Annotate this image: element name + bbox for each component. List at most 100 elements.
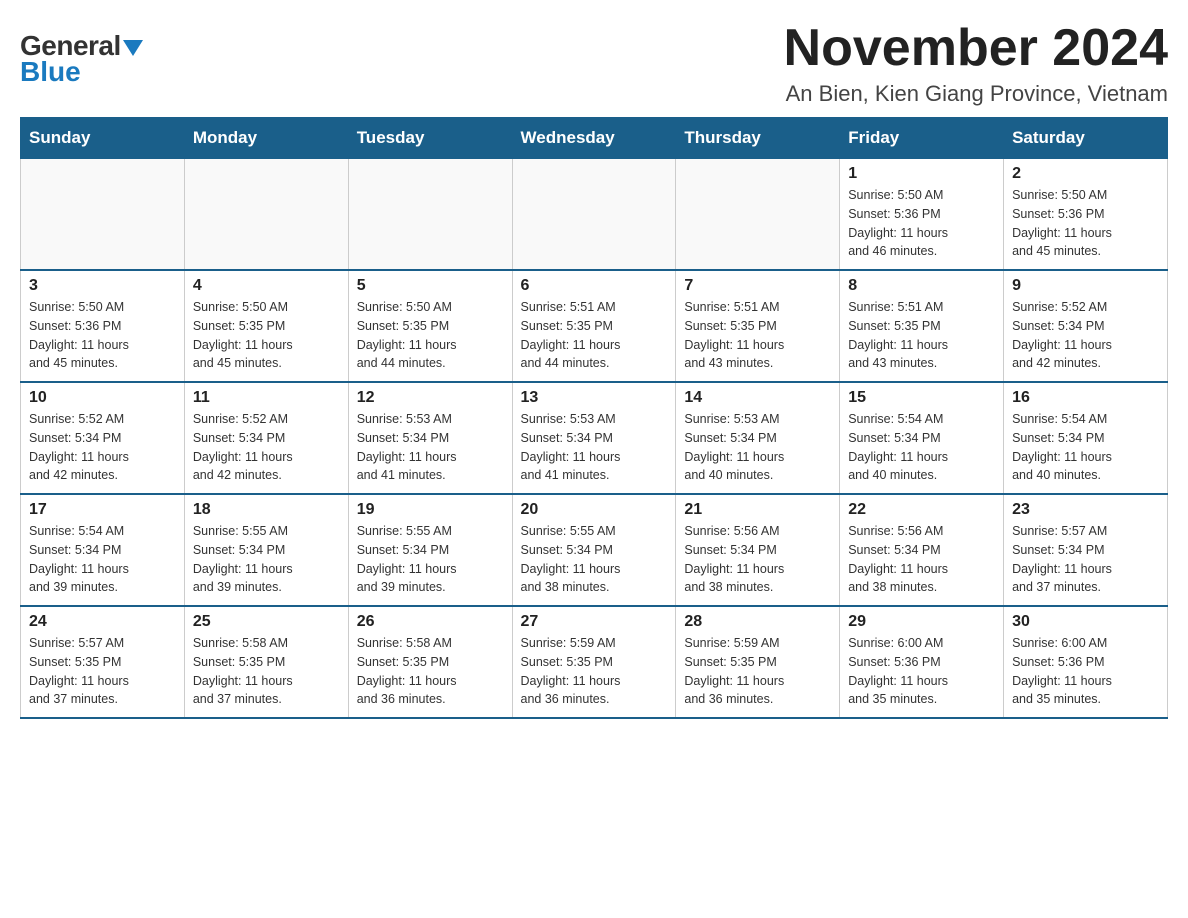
title-area: November 2024 An Bien, Kien Giang Provin… <box>784 20 1168 107</box>
day-info: Sunrise: 5:51 AM Sunset: 5:35 PM Dayligh… <box>684 298 831 373</box>
day-cell <box>348 159 512 271</box>
day-info: Sunrise: 5:50 AM Sunset: 5:36 PM Dayligh… <box>29 298 176 373</box>
month-title: November 2024 <box>784 20 1168 77</box>
day-cell: 24Sunrise: 5:57 AM Sunset: 5:35 PM Dayli… <box>21 606 185 718</box>
day-number: 5 <box>357 277 504 295</box>
day-cell: 12 Sunrise: 5:53 AM Sunset: 5:34 PM Dayli… <box>348 382 512 494</box>
day-cell: 3 Sunrise: 5:50 AM Sunset: 5:36 PM Daylig… <box>21 270 185 382</box>
logo: General Blue <box>20 20 143 88</box>
week-row-2: 3 Sunrise: 5:50 AM Sunset: 5:36 PM Daylig… <box>21 270 1168 382</box>
day-number: 9 <box>1012 277 1159 295</box>
day-number: 10 <box>29 389 176 407</box>
day-number: 7 <box>684 277 831 295</box>
weekday-header-tuesday: Tuesday <box>348 118 512 159</box>
day-cell: 28 Sunrise: 5:59 AM Sunset: 5:35 PM Dayli… <box>676 606 840 718</box>
day-number: 4 <box>193 277 340 295</box>
day-info: Sunrise: 5:53 AM Sunset: 5:34 PM Dayligh… <box>521 410 668 485</box>
day-cell: 11 Sunrise: 5:52 AM Sunset: 5:34 PM Dayli… <box>184 382 348 494</box>
day-cell: 17Sunrise: 5:54 AM Sunset: 5:34 PM Dayli… <box>21 494 185 606</box>
day-number: 19 <box>357 501 504 519</box>
day-cell: 21Sunrise: 5:56 AM Sunset: 5:34 PM Dayli… <box>676 494 840 606</box>
week-row-5: 24Sunrise: 5:57 AM Sunset: 5:35 PM Dayli… <box>21 606 1168 718</box>
day-cell: 13 Sunrise: 5:53 AM Sunset: 5:34 PM Dayli… <box>512 382 676 494</box>
day-number: 14 <box>684 389 831 407</box>
day-number: 22 <box>848 501 995 519</box>
day-info: Sunrise: 5:50 AM Sunset: 5:35 PM Dayligh… <box>193 298 340 373</box>
day-cell: 19 Sunrise: 5:55 AM Sunset: 5:34 PM Dayli… <box>348 494 512 606</box>
day-info: Sunrise: 5:59 AM Sunset: 5:35 PM Dayligh… <box>684 634 831 709</box>
day-info: Sunrise: 5:53 AM Sunset: 5:34 PM Dayligh… <box>684 410 831 485</box>
day-number: 15 <box>848 389 995 407</box>
day-number: 13 <box>521 389 668 407</box>
day-info: Sunrise: 5:53 AM Sunset: 5:34 PM Dayligh… <box>357 410 504 485</box>
day-info: Sunrise: 6:00 AM Sunset: 5:36 PM Dayligh… <box>1012 634 1159 709</box>
day-number: 3 <box>29 277 176 295</box>
day-info: Sunrise: 5:50 AM Sunset: 5:35 PM Dayligh… <box>357 298 504 373</box>
day-info: Sunrise: 5:54 AM Sunset: 5:34 PM Dayligh… <box>848 410 995 485</box>
day-info: Sunrise: 5:54 AM Sunset: 5:34 PM Dayligh… <box>1012 410 1159 485</box>
logo-triangle-icon <box>123 40 143 56</box>
day-info: Sunrise: 5:56 AM Sunset: 5:34 PM Dayligh… <box>848 522 995 597</box>
day-number: 27 <box>521 613 668 631</box>
location-title: An Bien, Kien Giang Province, Vietnam <box>784 81 1168 107</box>
day-cell: 27Sunrise: 5:59 AM Sunset: 5:35 PM Dayli… <box>512 606 676 718</box>
day-info: Sunrise: 5:52 AM Sunset: 5:34 PM Dayligh… <box>1012 298 1159 373</box>
day-number: 2 <box>1012 165 1159 183</box>
calendar-table: SundayMondayTuesdayWednesdayThursdayFrid… <box>20 117 1168 719</box>
day-info: Sunrise: 5:52 AM Sunset: 5:34 PM Dayligh… <box>193 410 340 485</box>
day-info: Sunrise: 6:00 AM Sunset: 5:36 PM Dayligh… <box>848 634 995 709</box>
day-number: 20 <box>521 501 668 519</box>
day-number: 8 <box>848 277 995 295</box>
day-info: Sunrise: 5:51 AM Sunset: 5:35 PM Dayligh… <box>848 298 995 373</box>
day-number: 12 <box>357 389 504 407</box>
day-info: Sunrise: 5:56 AM Sunset: 5:34 PM Dayligh… <box>684 522 831 597</box>
day-cell: 8 Sunrise: 5:51 AM Sunset: 5:35 PM Daylig… <box>840 270 1004 382</box>
week-row-3: 10 Sunrise: 5:52 AM Sunset: 5:34 PM Dayli… <box>21 382 1168 494</box>
logo-blue-text: Blue <box>20 56 81 88</box>
day-number: 30 <box>1012 613 1159 631</box>
weekday-header-row: SundayMondayTuesdayWednesdayThursdayFrid… <box>21 118 1168 159</box>
day-number: 24 <box>29 613 176 631</box>
day-cell: 9 Sunrise: 5:52 AM Sunset: 5:34 PM Daylig… <box>1004 270 1168 382</box>
day-number: 25 <box>193 613 340 631</box>
day-info: Sunrise: 5:52 AM Sunset: 5:34 PM Dayligh… <box>29 410 176 485</box>
day-cell: 26Sunrise: 5:58 AM Sunset: 5:35 PM Dayli… <box>348 606 512 718</box>
day-cell <box>512 159 676 271</box>
day-info: Sunrise: 5:55 AM Sunset: 5:34 PM Dayligh… <box>521 522 668 597</box>
day-cell: 6 Sunrise: 5:51 AM Sunset: 5:35 PM Daylig… <box>512 270 676 382</box>
weekday-header-wednesday: Wednesday <box>512 118 676 159</box>
day-cell: 20 Sunrise: 5:55 AM Sunset: 5:34 PM Dayli… <box>512 494 676 606</box>
day-info: Sunrise: 5:55 AM Sunset: 5:34 PM Dayligh… <box>193 522 340 597</box>
day-number: 29 <box>848 613 995 631</box>
day-info: Sunrise: 5:50 AM Sunset: 5:36 PM Dayligh… <box>1012 186 1159 261</box>
weekday-header-monday: Monday <box>184 118 348 159</box>
week-row-4: 17Sunrise: 5:54 AM Sunset: 5:34 PM Dayli… <box>21 494 1168 606</box>
day-cell: 5 Sunrise: 5:50 AM Sunset: 5:35 PM Daylig… <box>348 270 512 382</box>
day-number: 11 <box>193 389 340 407</box>
day-number: 26 <box>357 613 504 631</box>
day-cell: 14 Sunrise: 5:53 AM Sunset: 5:34 PM Dayli… <box>676 382 840 494</box>
day-cell <box>676 159 840 271</box>
day-cell: 2 Sunrise: 5:50 AM Sunset: 5:36 PM Daylig… <box>1004 159 1168 271</box>
day-cell: 29 Sunrise: 6:00 AM Sunset: 5:36 PM Dayli… <box>840 606 1004 718</box>
day-info: Sunrise: 5:58 AM Sunset: 5:35 PM Dayligh… <box>193 634 340 709</box>
day-cell: 7 Sunrise: 5:51 AM Sunset: 5:35 PM Daylig… <box>676 270 840 382</box>
weekday-header-sunday: Sunday <box>21 118 185 159</box>
day-cell: 1Sunrise: 5:50 AM Sunset: 5:36 PM Daylig… <box>840 159 1004 271</box>
day-number: 17 <box>29 501 176 519</box>
day-info: Sunrise: 5:51 AM Sunset: 5:35 PM Dayligh… <box>521 298 668 373</box>
day-cell: 30 Sunrise: 6:00 AM Sunset: 5:36 PM Dayli… <box>1004 606 1168 718</box>
day-number: 28 <box>684 613 831 631</box>
day-info: Sunrise: 5:55 AM Sunset: 5:34 PM Dayligh… <box>357 522 504 597</box>
day-number: 18 <box>193 501 340 519</box>
day-cell: 23Sunrise: 5:57 AM Sunset: 5:34 PM Dayli… <box>1004 494 1168 606</box>
weekday-header-thursday: Thursday <box>676 118 840 159</box>
day-cell: 16Sunrise: 5:54 AM Sunset: 5:34 PM Dayli… <box>1004 382 1168 494</box>
day-cell: 15 Sunrise: 5:54 AM Sunset: 5:34 PM Dayli… <box>840 382 1004 494</box>
day-number: 6 <box>521 277 668 295</box>
weekday-header-saturday: Saturday <box>1004 118 1168 159</box>
day-cell: 4 Sunrise: 5:50 AM Sunset: 5:35 PM Daylig… <box>184 270 348 382</box>
day-cell: 22 Sunrise: 5:56 AM Sunset: 5:34 PM Dayli… <box>840 494 1004 606</box>
week-row-1: 1Sunrise: 5:50 AM Sunset: 5:36 PM Daylig… <box>21 159 1168 271</box>
day-cell: 10 Sunrise: 5:52 AM Sunset: 5:34 PM Dayli… <box>21 382 185 494</box>
